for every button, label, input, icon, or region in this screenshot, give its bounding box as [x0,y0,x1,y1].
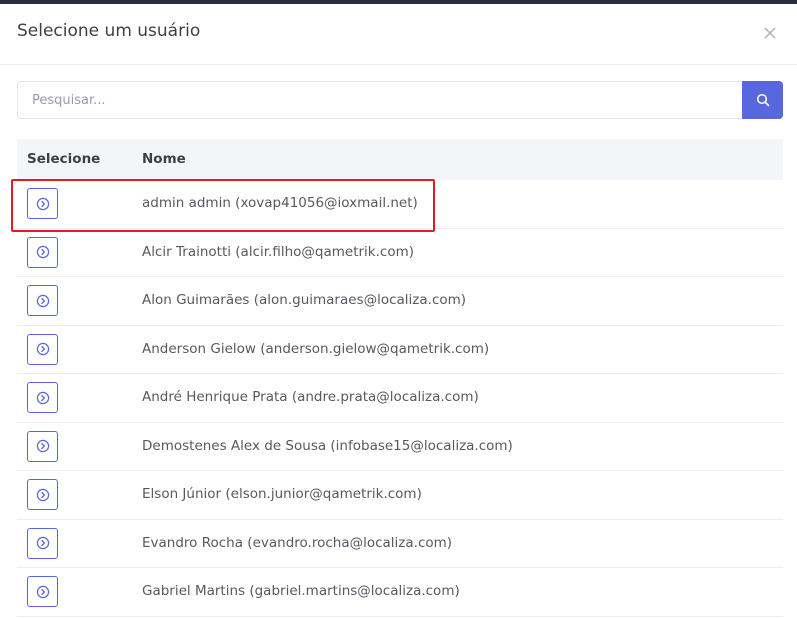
chevron-right-circle-icon [36,391,49,404]
chevron-right-circle-icon [36,342,49,356]
user-name: Alcir Trainotti (alcir.filho@qametrik.co… [142,243,415,260]
table-row: Alon Guimarães (alon.guimaraes@localiza.… [17,277,783,326]
column-header-select: Selecione [27,151,101,167]
select-user-button[interactable] [27,430,58,462]
modal-header: Selecione um usuário [0,4,797,65]
search-input[interactable] [17,81,741,119]
user-name: Alon Guimarães (alon.guimaraes@localiza.… [142,292,467,308]
select-user-modal: Selecione um usuário Selecione Nome [0,4,797,619]
search-bar [17,81,783,119]
users-table: Selecione Nome admin admin (xovap41056@i… [17,139,783,617]
select-user-button[interactable] [27,236,58,268]
chevron-right-circle-icon [36,294,49,307]
select-user-button[interactable] [27,479,58,510]
table-row: Elson Júnior (elson.junior@qametrik.com) [17,471,783,520]
user-name: Gabriel Martins (gabriel.martins@localiz… [142,583,460,599]
table-row: Anderson Gielow (anderson.gielow@qametri… [17,326,783,374]
user-name: admin admin (xovap41056@ioxmail.net) [142,195,418,211]
table-row: Alcir Trainotti (alcir.filho@qametrik.co… [17,229,783,277]
select-user-button[interactable] [27,527,58,559]
chevron-right-circle-icon [36,536,49,550]
search-icon [756,93,769,107]
select-user-button[interactable] [27,576,58,607]
table-row: Evandro Rocha (evandro.rocha@localiza.co… [17,520,783,568]
modal-title: Selecione um usuário [17,21,201,41]
user-name: Evandro Rocha (evandro.rocha@localiza.co… [142,534,453,551]
column-header-name: Nome [142,151,186,167]
chevron-right-circle-icon [36,245,49,259]
chevron-right-circle-icon [36,585,49,598]
user-name: Demostenes Alex de Sousa (infobase15@loc… [142,437,513,454]
close-button[interactable] [761,24,779,42]
table-header: Selecione Nome [17,139,783,180]
table-row: Gabriel Martins (gabriel.martins@localiz… [17,568,783,617]
user-name: Anderson Gielow (anderson.gielow@qametri… [142,340,490,357]
select-user-button[interactable] [27,285,58,316]
user-name: Elson Júnior (elson.junior@qametrik.com) [142,486,422,502]
close-icon [764,27,776,39]
select-user-button[interactable] [27,188,58,219]
user-name: André Henrique Prata (andre.prata@locali… [142,389,479,405]
chevron-right-circle-icon [36,488,49,501]
select-user-button[interactable] [27,333,58,365]
chevron-right-circle-icon [36,197,49,210]
table-row: André Henrique Prata (andre.prata@locali… [17,374,783,423]
search-button[interactable] [742,81,783,119]
select-user-button[interactable] [27,382,58,413]
table-row: admin admin (xovap41056@ioxmail.net) [17,180,783,229]
chevron-right-circle-icon [36,439,49,453]
table-body: admin admin (xovap41056@ioxmail.net) Alc… [17,180,783,617]
table-row: Demostenes Alex de Sousa (infobase15@loc… [17,423,783,471]
